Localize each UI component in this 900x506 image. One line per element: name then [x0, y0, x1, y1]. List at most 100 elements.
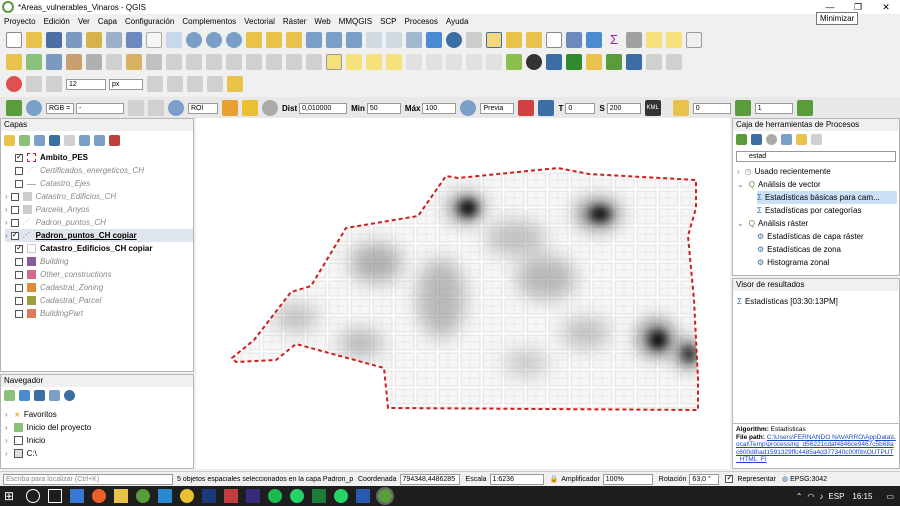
toggle-editing-icon[interactable] — [126, 54, 142, 70]
eye-icon[interactable] — [34, 134, 45, 146]
layer-checkbox[interactable] — [15, 283, 23, 292]
python-icon[interactable] — [546, 54, 562, 70]
layout-manager-icon[interactable] — [86, 32, 102, 48]
processing-search-input[interactable]: estad — [736, 151, 896, 162]
save-edits-icon[interactable] — [146, 54, 162, 70]
topological-editing-icon[interactable] — [147, 76, 163, 92]
scp-dock-icon[interactable] — [566, 54, 582, 70]
roi-create-icon[interactable] — [222, 100, 238, 116]
identify-icon[interactable] — [446, 32, 462, 48]
refresh-icon[interactable] — [426, 32, 442, 48]
shape-digitize-icon[interactable] — [227, 76, 243, 92]
render-checkbox[interactable] — [725, 473, 734, 483]
models-icon[interactable] — [736, 134, 747, 145]
field-calculator-icon[interactable] — [566, 32, 582, 48]
snapping-type-icon[interactable] — [46, 76, 62, 92]
coordinate-capture-icon[interactable] — [646, 54, 662, 70]
layer-style-icon[interactable] — [4, 134, 15, 146]
locator-search-input[interactable]: Escriba para localizar (Ctrl+K) — [3, 473, 173, 485]
digitize-icon[interactable] — [166, 54, 182, 70]
preview-zoom-icon[interactable] — [460, 100, 477, 116]
excel-icon[interactable] — [312, 489, 326, 503]
add-wms-icon[interactable] — [86, 54, 102, 70]
explorer-icon[interactable] — [114, 489, 128, 503]
band-b-input[interactable]: 1 — [754, 102, 793, 114]
qgis-taskbar-icon[interactable] — [136, 489, 150, 503]
layer-checkbox[interactable] — [15, 243, 23, 253]
results-icon[interactable] — [781, 134, 792, 145]
layer-checkbox[interactable] — [15, 179, 23, 188]
layer-checkbox[interactable] — [15, 257, 23, 266]
layer-row[interactable]: Cadastral_Parcel — [15, 294, 101, 307]
layer-checkbox[interactable] — [15, 309, 23, 318]
self-snap-icon[interactable] — [207, 76, 223, 92]
deselect-icon[interactable] — [526, 32, 542, 48]
qgis-active-icon[interactable] — [376, 487, 394, 505]
layer-row[interactable]: Building — [15, 255, 68, 268]
toolbox-item[interactable]: ⚙ Estadísticas de capa ráster — [757, 230, 864, 243]
layer-row[interactable]: Catastro_Ejes — [15, 177, 90, 190]
layer-row[interactable]: Other_constructions — [15, 268, 112, 281]
outlook-icon[interactable] — [158, 489, 172, 503]
zoom-next-icon[interactable] — [346, 32, 362, 48]
new-project-icon[interactable] — [6, 32, 22, 48]
add-raster-icon[interactable] — [46, 54, 62, 70]
attribute-table-icon[interactable] — [546, 32, 562, 48]
task-view-icon[interactable] — [48, 489, 62, 503]
rgb-select[interactable]: - — [76, 102, 124, 114]
map-tips-icon[interactable] — [646, 32, 662, 48]
options-icon[interactable] — [811, 134, 822, 145]
menu-edicion[interactable]: Edición — [44, 17, 70, 26]
clock[interactable]: 16:15 — [852, 492, 872, 501]
show-labels-icon[interactable] — [386, 54, 402, 70]
menu-scp[interactable]: SCP — [380, 17, 396, 26]
pan-hand-icon[interactable] — [146, 32, 162, 48]
expand-icon[interactable]: › — [5, 231, 8, 240]
expand-icon[interactable]: › — [5, 218, 8, 227]
coord-input[interactable]: 794348,4486285 — [399, 473, 460, 485]
style-manager-icon[interactable] — [126, 32, 142, 48]
filter-legend-icon[interactable] — [64, 134, 75, 146]
menu-ver[interactable]: Ver — [78, 17, 90, 26]
snap-size-input[interactable]: 12 — [66, 78, 106, 90]
menu-raster[interactable]: Ráster — [283, 17, 307, 26]
open-project-icon[interactable] — [26, 32, 42, 48]
add-group-icon[interactable] — [19, 134, 30, 146]
t-input[interactable]: 0 — [565, 102, 596, 114]
roi-label[interactable]: ROI — [188, 102, 218, 114]
filter-icon[interactable] — [49, 134, 60, 146]
expand-all-icon[interactable] — [79, 134, 90, 146]
scp-main-icon[interactable] — [6, 100, 22, 116]
layer-checkbox[interactable] — [10, 230, 19, 240]
zoom-layer-icon[interactable] — [286, 32, 302, 48]
toolbox-item[interactable]: ⌄ Q Análisis de vector — [737, 178, 821, 191]
menu-complementos[interactable]: Complementos — [182, 17, 236, 26]
firefox-icon[interactable] — [92, 489, 106, 503]
menu-configuracion[interactable]: Configuración — [125, 17, 174, 26]
toolbox-item[interactable]: Σ Estadísticas por categorías — [757, 204, 861, 217]
data-source-manager-icon[interactable] — [6, 54, 22, 70]
layer-row[interactable]: BuildingPart — [15, 307, 83, 320]
zoom-rubber-icon[interactable] — [226, 32, 242, 48]
snapping-magnet-icon[interactable] — [6, 76, 22, 92]
zoom-in-icon[interactable] — [186, 32, 202, 48]
roi-refresh-icon[interactable] — [262, 100, 278, 116]
annotation-icon[interactable] — [666, 32, 682, 48]
menu-proyecto[interactable]: Proyecto — [4, 17, 36, 26]
label-abc-icon[interactable] — [326, 54, 342, 70]
statistics-sigma-icon[interactable]: Σ — [606, 32, 622, 48]
layer-row[interactable]: › ⋰ Padron_puntos_CH — [5, 216, 106, 229]
roi-add-icon[interactable] — [242, 100, 258, 116]
notifications-icon[interactable]: ▭ — [886, 492, 894, 501]
tracing-icon[interactable] — [187, 76, 203, 92]
add-vector-icon[interactable] — [26, 54, 42, 70]
whatsapp2-icon[interactable] — [334, 489, 348, 503]
collapse-all-icon[interactable] — [94, 134, 105, 146]
edge-icon[interactable] — [70, 489, 84, 503]
close-button[interactable]: ✕ — [872, 0, 900, 14]
zoom-native-icon[interactable] — [306, 32, 322, 48]
layer-row[interactable]: Cadastral_Zoning — [15, 281, 103, 294]
toolbox-item[interactable]: › ◷ Usado recientemente — [737, 165, 831, 178]
mag-input[interactable]: 100% — [602, 473, 653, 485]
spotify-icon[interactable] — [268, 489, 282, 503]
